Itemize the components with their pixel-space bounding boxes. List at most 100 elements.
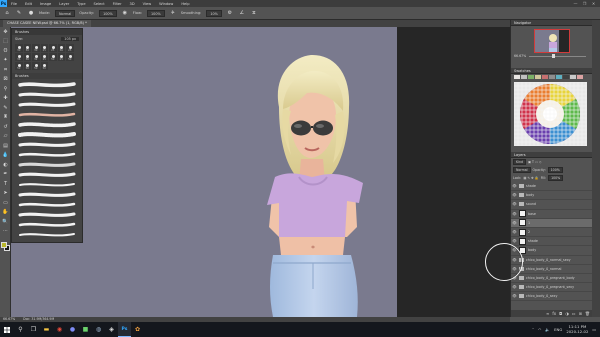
paint-icon[interactable]: ✿	[131, 322, 144, 337]
brush-preset-picker-icon[interactable]: ●	[27, 9, 35, 17]
pressure-opacity-icon[interactable]: ◉	[121, 9, 129, 17]
visibility-eye-icon[interactable]: 👁	[512, 193, 517, 197]
eyedropper-tool-icon[interactable]: ⚲	[0, 84, 11, 94]
volume-icon[interactable]: 🔈	[545, 327, 550, 332]
visibility-eye-icon[interactable]: 👁	[512, 239, 517, 243]
foreground-color-swatch[interactable]	[1, 242, 7, 248]
smoothing-field[interactable]: 10%	[206, 9, 222, 17]
lock-icons[interactable]: ▦ ✎ ✥ 🔒	[523, 176, 538, 180]
menu-select[interactable]: Select	[90, 2, 109, 6]
layer-row[interactable]: 👁 chico_body_0_pregnant_body	[511, 274, 592, 284]
fill-field[interactable]: 100%	[548, 175, 564, 181]
zoom-tool-icon[interactable]: 🔍	[0, 217, 11, 227]
marquee-tool-icon[interactable]: ⬚	[0, 37, 11, 47]
task-view-icon[interactable]: ❐	[27, 322, 40, 337]
shape-tool-icon[interactable]: ▭	[0, 198, 11, 208]
visibility-eye-icon[interactable]: 👁	[512, 230, 517, 234]
healing-brush-tool-icon[interactable]: ✚	[0, 94, 11, 104]
menu-layer[interactable]: Layer	[55, 2, 73, 6]
layer-row[interactable]: 👁 chico_body_0_sexy	[511, 292, 592, 302]
pen-tool-icon[interactable]: ✒	[0, 170, 11, 180]
search-icon[interactable]: ⚲	[14, 322, 27, 337]
visibility-eye-icon[interactable]: 👁	[512, 212, 517, 216]
lasso-tool-icon[interactable]: ʘ	[0, 46, 11, 56]
brush-preset[interactable]: 25	[57, 53, 65, 61]
brush-preset[interactable]: 36	[57, 44, 65, 52]
layer-row[interactable]: 👁 2	[511, 228, 592, 238]
brush-preset[interactable]: 50	[40, 62, 48, 70]
visibility-eye-icon[interactable]: 👁	[512, 276, 517, 280]
airbrush-icon[interactable]: ✈	[169, 9, 177, 17]
layer-row[interactable]: 👁 shade	[511, 237, 592, 247]
brush-preset[interactable]: 25	[49, 44, 57, 52]
quick-select-tool-icon[interactable]: ✦	[0, 56, 11, 66]
dodge-tool-icon[interactable]: ◐	[0, 160, 11, 170]
more-tools-icon[interactable]: ⋯	[0, 227, 11, 237]
recent-swatch[interactable]	[535, 75, 541, 79]
menu-filter[interactable]: Filter	[109, 2, 126, 6]
brush-preset[interactable]: 30	[32, 44, 40, 52]
photoshop-taskbar-icon[interactable]: Ps	[118, 322, 131, 337]
blur-tool-icon[interactable]: 💧	[0, 151, 11, 161]
new-layer-icon[interactable]: ⊞	[579, 311, 582, 316]
hand-tool-icon[interactable]: ✋	[0, 208, 11, 218]
recent-swatch[interactable]	[528, 75, 534, 79]
layer-row[interactable]: 👁 body	[511, 246, 592, 256]
network-icon[interactable]: ◠	[538, 327, 541, 332]
opacity-field[interactable]: 100%	[99, 9, 117, 17]
home-icon[interactable]: ⌂	[3, 9, 11, 17]
menu-help[interactable]: Help	[177, 2, 193, 6]
menu-edit[interactable]: Edit	[21, 2, 36, 6]
visibility-eye-icon[interactable]: 👁	[512, 294, 517, 298]
smoothing-settings-icon[interactable]: ⚙	[226, 9, 234, 17]
link-layers-icon[interactable]: ∞	[546, 311, 549, 316]
layer-row[interactable]: 👁 body	[511, 191, 592, 201]
layer-row[interactable]: 👁 chico_body_0_pregnant_sexy	[511, 283, 592, 293]
filter-icon[interactable]: ▣ T ▭ ◇	[528, 160, 541, 164]
minimize-button[interactable]: —	[571, 0, 580, 7]
menu-file[interactable]: File	[7, 2, 21, 6]
visibility-eye-icon[interactable]: 👁	[512, 202, 517, 206]
menu-3d[interactable]: 3D	[126, 2, 139, 6]
brush-preset[interactable]: 36	[15, 53, 23, 61]
brush-preset[interactable]: 50	[15, 62, 23, 70]
path-select-tool-icon[interactable]: ➤	[0, 189, 11, 199]
add-mask-icon[interactable]: ◘	[559, 311, 562, 316]
crop-tool-icon[interactable]: ⌗	[0, 65, 11, 75]
brush-tool-icon[interactable]: ✎	[15, 9, 23, 17]
new-group-icon[interactable]: ▭	[572, 311, 576, 316]
flow-field[interactable]: 100%	[147, 9, 165, 17]
steam-icon[interactable]: ◍	[92, 322, 105, 337]
document-tab[interactable]: CHASE CASEE NEW.psd @ 66.7% (1, RGB/8) *	[3, 20, 91, 27]
blend-mode-select[interactable]: Normal	[513, 167, 531, 173]
frame-tool-icon[interactable]: ⊠	[0, 75, 11, 85]
move-tool-icon[interactable]: ✥	[0, 27, 11, 37]
brush-preset[interactable]: 50	[66, 53, 74, 61]
recent-swatch[interactable]	[549, 75, 555, 79]
brush-preset[interactable]: 30	[23, 44, 31, 52]
layer-row[interactable]: 👁 sound	[511, 200, 592, 210]
clock[interactable]: 11:11 PM 2020-12-02	[566, 324, 588, 334]
menu-view[interactable]: View	[139, 2, 156, 6]
layer-row[interactable]: 👁 chico_body_0_normal_sexy	[511, 256, 592, 265]
delete-layer-icon[interactable]: 🗑	[585, 311, 590, 316]
menu-image[interactable]: Image	[36, 2, 55, 6]
brush-preset[interactable]: 50	[49, 53, 57, 61]
navigator-zoom-slider[interactable]	[529, 54, 586, 58]
swatch-color-wheel[interactable]	[514, 82, 587, 146]
visibility-eye-icon[interactable]: 👁	[512, 267, 517, 271]
windows-start-icon[interactable]	[0, 322, 14, 337]
mode-select[interactable]: Normal	[55, 9, 76, 17]
visibility-eye-icon[interactable]: 👁	[512, 184, 517, 188]
layer-style-icon[interactable]: fx	[552, 311, 556, 316]
maximize-button[interactable]: ❐	[580, 0, 589, 7]
recent-swatch[interactable]	[570, 75, 576, 79]
layer-filter-kind[interactable]: Kind	[513, 159, 527, 165]
recent-swatch[interactable]	[514, 75, 520, 79]
brush-preset[interactable]: 25	[66, 44, 74, 52]
layer-opacity-field[interactable]: 100%	[547, 167, 563, 173]
close-button[interactable]: ✕	[589, 0, 598, 7]
visibility-eye-icon[interactable]: 👁	[512, 285, 517, 289]
adjustment-layer-icon[interactable]: ◑	[565, 311, 569, 316]
brush-preset[interactable]: 50	[23, 62, 31, 70]
